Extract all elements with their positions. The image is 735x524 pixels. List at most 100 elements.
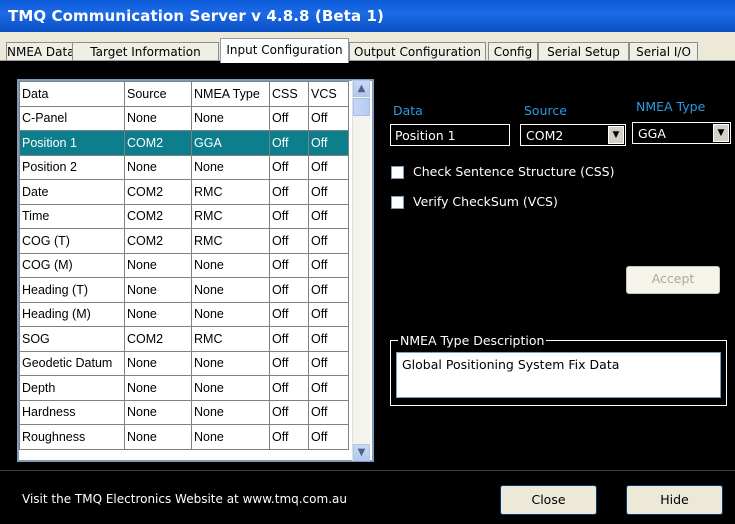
table-cell[interactable]: Off — [269, 130, 309, 156]
column-header[interactable]: CSS — [269, 81, 309, 107]
table-cell[interactable]: Off — [308, 203, 349, 229]
hide-button[interactable]: Hide — [626, 485, 723, 515]
table-cell[interactable]: None — [191, 154, 270, 180]
table-row[interactable]: Heading (T) None None Off Off — [19, 277, 349, 303]
table-cell[interactable]: None — [124, 252, 192, 278]
table-cell[interactable]: None — [124, 375, 192, 401]
table-row[interactable]: Position 1 COM2 GGA Off Off — [19, 130, 349, 156]
table-cell[interactable]: Geodetic Datum — [19, 350, 125, 376]
table-cell[interactable]: Off — [269, 326, 309, 352]
table-cell[interactable]: Off — [308, 130, 349, 156]
table-cell[interactable]: Off — [269, 350, 309, 376]
tab-serial-io[interactable]: Serial I/O — [629, 42, 698, 61]
table-cell[interactable]: Heading (M) — [19, 301, 125, 327]
table-cell[interactable]: Off — [269, 375, 309, 401]
table-row[interactable]: COG (M) None None Off Off — [19, 252, 349, 278]
table-cell[interactable]: C-Panel — [19, 105, 125, 131]
table-cell[interactable]: GGA — [191, 130, 270, 156]
table-row[interactable]: Date COM2 RMC Off Off — [19, 179, 349, 205]
table-cell[interactable]: COM2 — [124, 326, 192, 352]
table-cell[interactable]: Off — [269, 105, 309, 131]
table-cell[interactable]: COM2 — [124, 203, 192, 229]
table-row[interactable]: C-Panel None None Off Off — [19, 105, 349, 131]
table-cell[interactable]: Heading (T) — [19, 277, 125, 303]
table-row[interactable]: Heading (M) None None Off Off — [19, 301, 349, 327]
table-cell[interactable]: None — [124, 399, 192, 425]
table-row[interactable]: Roughness None None Off Off — [19, 424, 349, 450]
chevron-down-icon[interactable]: ▼ — [713, 124, 729, 142]
website-link[interactable]: Visit the TMQ Electronics Website at www… — [22, 492, 347, 506]
accept-button[interactable]: Accept — [626, 266, 720, 294]
table-cell[interactable]: None — [124, 424, 192, 450]
table-cell[interactable]: Off — [269, 154, 309, 180]
tab-output-configuration[interactable]: Output Configuration — [349, 42, 486, 61]
table-cell[interactable]: Off — [269, 277, 309, 303]
table-cell[interactable]: Off — [308, 228, 349, 254]
table-cell[interactable]: SOG — [19, 326, 125, 352]
table-cell[interactable]: RMC — [191, 179, 270, 205]
table-cell[interactable]: None — [191, 301, 270, 327]
table-cell[interactable]: None — [191, 424, 270, 450]
table-cell[interactable]: Off — [269, 179, 309, 205]
table-cell[interactable]: None — [191, 375, 270, 401]
table-cell[interactable]: None — [191, 277, 270, 303]
table-cell[interactable]: Off — [308, 350, 349, 376]
column-header[interactable]: Source — [124, 81, 192, 107]
table-cell[interactable]: RMC — [191, 203, 270, 229]
css-checkbox[interactable] — [391, 166, 404, 179]
table-cell[interactable]: None — [191, 105, 270, 131]
table-cell[interactable]: Off — [308, 277, 349, 303]
grid-scrollbar[interactable]: ▲ ▼ — [352, 80, 370, 461]
table-cell[interactable]: Off — [269, 399, 309, 425]
table-cell[interactable]: Off — [269, 424, 309, 450]
column-header[interactable]: VCS — [308, 81, 349, 107]
table-cell[interactable]: Date — [19, 179, 125, 205]
table-cell[interactable]: RMC — [191, 326, 270, 352]
table-cell[interactable]: Hardness — [19, 399, 125, 425]
chevron-down-icon[interactable]: ▼ — [608, 126, 624, 144]
table-cell[interactable]: COM2 — [124, 179, 192, 205]
scroll-up-icon[interactable]: ▲ — [353, 80, 370, 97]
table-row[interactable]: Hardness None None Off Off — [19, 399, 349, 425]
tab-nmea-data[interactable]: NMEA Data — [6, 42, 74, 61]
table-cell[interactable]: None — [191, 252, 270, 278]
tab-config[interactable]: Config — [488, 42, 538, 61]
table-cell[interactable]: Off — [308, 424, 349, 450]
table-cell[interactable]: Off — [308, 301, 349, 327]
source-select[interactable]: COM2 ▼ — [520, 124, 626, 146]
tab-target-information[interactable]: Target Information — [72, 42, 219, 61]
table-row[interactable]: Depth None None Off Off — [19, 375, 349, 401]
table-cell[interactable]: COG (M) — [19, 252, 125, 278]
input-config-grid[interactable]: Data Source NMEA Type CSS VCS C-Panel None None… — [17, 79, 374, 462]
table-cell[interactable]: None — [124, 301, 192, 327]
table-row[interactable]: COG (T) COM2 RMC Off Off — [19, 228, 349, 254]
table-cell[interactable]: RMC — [191, 228, 270, 254]
table-cell[interactable]: COM2 — [124, 228, 192, 254]
table-cell[interactable]: None — [124, 350, 192, 376]
table-cell[interactable]: Roughness — [19, 424, 125, 450]
table-cell[interactable]: Depth — [19, 375, 125, 401]
table-cell[interactable]: Off — [308, 326, 349, 352]
column-header[interactable]: Data — [19, 81, 125, 107]
scroll-thumb[interactable] — [353, 98, 370, 116]
data-field[interactable]: Position 1 — [390, 124, 510, 146]
tab-serial-setup[interactable]: Serial Setup — [538, 42, 629, 61]
close-button[interactable]: Close — [500, 485, 597, 515]
scroll-down-icon[interactable]: ▼ — [353, 444, 370, 461]
table-cell[interactable]: Off — [308, 154, 349, 180]
table-cell[interactable]: COM2 — [124, 130, 192, 156]
table-cell[interactable]: None — [124, 154, 192, 180]
title-bar[interactable]: TMQ Communication Server v 4.8.8 (Beta 1… — [0, 0, 735, 33]
vcs-checkbox-label[interactable]: Verify CheckSum (VCS) — [413, 194, 558, 209]
table-cell[interactable]: Off — [269, 252, 309, 278]
table-cell[interactable]: Time — [19, 203, 125, 229]
table-cell[interactable]: Off — [269, 228, 309, 254]
table-cell[interactable]: Off — [308, 252, 349, 278]
vcs-checkbox[interactable] — [391, 196, 404, 209]
table-row[interactable]: Time COM2 RMC Off Off — [19, 203, 349, 229]
table-cell[interactable]: None — [124, 105, 192, 131]
table-cell[interactable]: Position 1 — [19, 130, 125, 156]
table-cell[interactable]: None — [124, 277, 192, 303]
table-row[interactable]: Geodetic Datum None None Off Off — [19, 350, 349, 376]
table-cell[interactable]: COG (T) — [19, 228, 125, 254]
